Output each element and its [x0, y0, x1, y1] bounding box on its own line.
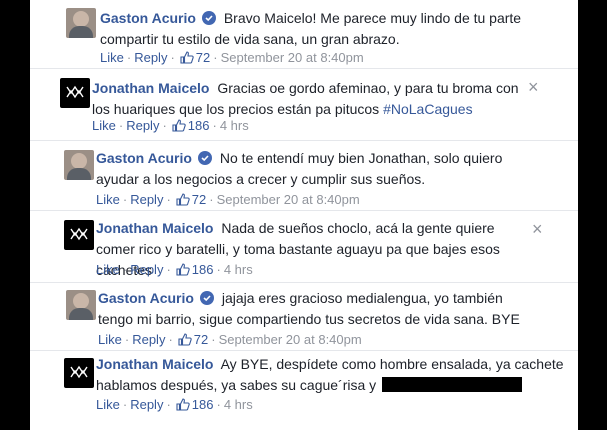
avatar[interactable] [66, 290, 96, 320]
reply-link[interactable]: Reply [130, 262, 163, 277]
verified-badge-icon [201, 11, 216, 25]
like-link[interactable]: Like [92, 118, 116, 133]
comment-actions: Like · Reply · 186 · 4 hrs [96, 262, 253, 279]
reply-link[interactable]: Reply [134, 50, 167, 65]
logo-icon [66, 85, 84, 99]
reply-link[interactable]: Reply [126, 118, 159, 133]
timestamp[interactable]: September 20 at 8:40pm [219, 332, 362, 347]
like-link[interactable]: Like [96, 262, 120, 277]
redaction-bar [382, 377, 523, 392]
verified-badge-icon [197, 151, 212, 165]
like-count[interactable]: 186 [192, 397, 214, 412]
like-count[interactable]: 72 [196, 50, 210, 65]
like-link[interactable]: Like [96, 397, 120, 412]
timestamp[interactable]: 4 hrs [224, 262, 253, 277]
reply-link[interactable]: Reply [130, 397, 163, 412]
logo-icon [70, 227, 88, 241]
comment-actions: Like · Reply · 72 · September 20 at 8:40pm [100, 50, 364, 67]
author-name[interactable]: Jonathan Maicelo [96, 356, 213, 372]
like-count-icon[interactable] [178, 333, 192, 349]
like-count-icon[interactable] [176, 398, 190, 414]
author-name[interactable]: Gaston Acurio [100, 10, 196, 26]
reply-link[interactable]: Reply [130, 192, 163, 207]
like-count-icon[interactable] [180, 51, 194, 67]
like-link[interactable]: Like [96, 192, 120, 207]
author-name[interactable]: Gaston Acurio [98, 290, 194, 306]
comment-actions: Like · Reply · 186 · 4 hrs [92, 118, 249, 135]
avatar[interactable] [64, 150, 94, 180]
like-count[interactable]: 186 [192, 262, 214, 277]
avatar[interactable] [64, 358, 94, 388]
timestamp[interactable]: September 20 at 8:40pm [221, 50, 364, 65]
like-link[interactable]: Like [100, 50, 124, 65]
like-count[interactable]: 72 [194, 332, 208, 347]
timestamp[interactable]: 4 hrs [224, 397, 253, 412]
avatar[interactable] [66, 8, 96, 38]
like-count[interactable]: 186 [188, 118, 210, 133]
like-count[interactable]: 72 [192, 192, 206, 207]
hashtag-link[interactable]: #NoLaCagues [383, 101, 473, 117]
avatar[interactable] [64, 220, 94, 250]
comment-actions: Like · Reply · 72 · September 20 at 8:40pm [98, 332, 362, 349]
comment-actions: Like · Reply · 72 · September 20 at 8:40pm [96, 192, 360, 209]
verified-badge-icon [199, 291, 214, 305]
like-count-icon[interactable] [172, 119, 186, 135]
avatar[interactable] [60, 78, 90, 108]
comment-actions: Like · Reply · 186 · 4 hrs [96, 397, 253, 414]
author-name[interactable]: Jonathan Maicelo [92, 80, 209, 96]
logo-icon [70, 365, 88, 379]
timestamp[interactable]: September 20 at 8:40pm [217, 192, 360, 207]
like-count-icon[interactable] [176, 263, 190, 279]
like-count-icon[interactable] [176, 193, 190, 209]
reply-link[interactable]: Reply [132, 332, 165, 347]
comment-thread: Gaston Acurio Bravo Maicelo! Me parece m… [30, 0, 578, 430]
timestamp[interactable]: 4 hrs [220, 118, 249, 133]
author-name[interactable]: Gaston Acurio [96, 150, 192, 166]
author-name[interactable]: Jonathan Maicelo [96, 220, 213, 236]
like-link[interactable]: Like [98, 332, 122, 347]
